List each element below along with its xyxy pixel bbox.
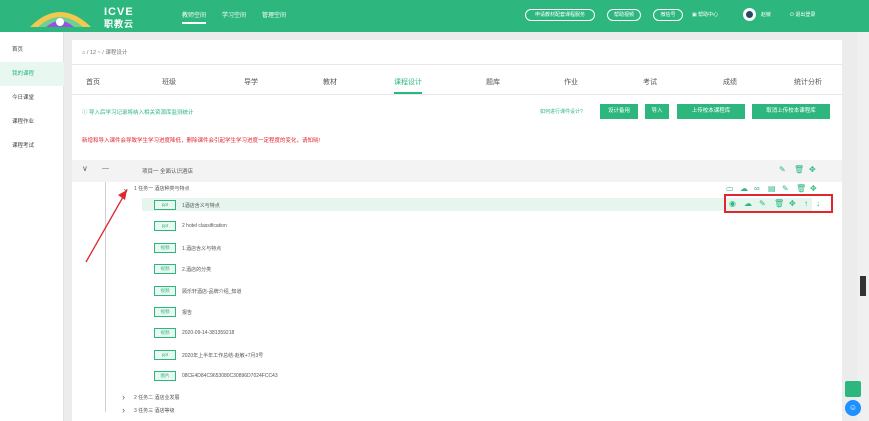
logout-label: 退出登录 xyxy=(795,12,816,18)
brand: ICVE 职教云 xyxy=(104,6,169,29)
help-video-button[interactable]: 帮助视频 xyxy=(607,9,641,21)
logo xyxy=(28,3,93,29)
float-tool-icon[interactable] xyxy=(845,381,861,397)
wechat-button[interactable]: 微信号 xyxy=(653,9,683,21)
sidebar-item-home[interactable]: 首页 xyxy=(0,38,64,62)
scrollbar-thumb[interactable] xyxy=(860,276,866,296)
nav-teacher-space[interactable]: 教师空间 xyxy=(182,10,207,24)
main-panel: ⌂ / 12 ~ / 课程设计 首页 班级 导学 教材 课程设计 题库 作业 考… xyxy=(72,40,842,421)
sidebar: 首页 我的课程 今日课堂 课程作业 课程考试 xyxy=(0,32,64,421)
apply-service-button[interactable]: 申请教材配套课程服务 xyxy=(525,9,595,21)
app-root: ICVE 职教云 教师空间 学习空间 管理空间 申请教材配套课程服务 帮助视频 … xyxy=(0,0,869,421)
sidebar-item-my-courses[interactable]: 我的课程 xyxy=(0,62,64,86)
user-name[interactable]: 赵敏 xyxy=(761,11,771,18)
sidebar-item-homework[interactable]: 课程作业 xyxy=(0,110,64,134)
annotation-arrow-icon xyxy=(85,189,128,263)
chat-icon[interactable]: ☺ xyxy=(845,400,861,416)
power-icon: ⏻ xyxy=(790,12,794,18)
help-center-label: 帮助中心 xyxy=(698,12,719,18)
nav-admin-space[interactable]: 管理空间 xyxy=(262,10,286,19)
logo-icon xyxy=(30,12,91,27)
nav-learning-space[interactable]: 学习空间 xyxy=(222,10,246,19)
avatar[interactable] xyxy=(743,8,756,21)
scrollbar[interactable] xyxy=(857,32,869,421)
brand-subtitle: 职教云 xyxy=(104,19,135,29)
logout-link[interactable]: ⏻ 退出登录 xyxy=(790,11,815,18)
sidebar-item-exams[interactable]: 课程考试 xyxy=(0,134,64,158)
top-bar: ICVE 职教云 教师空间 学习空间 管理空间 申请教材配套课程服务 帮助视频 … xyxy=(0,0,869,32)
help-icon: ▣ xyxy=(692,12,697,18)
help-center-link[interactable]: ▣ 帮助中心 xyxy=(692,11,718,18)
sidebar-item-today-class[interactable]: 今日课堂 xyxy=(0,86,64,110)
